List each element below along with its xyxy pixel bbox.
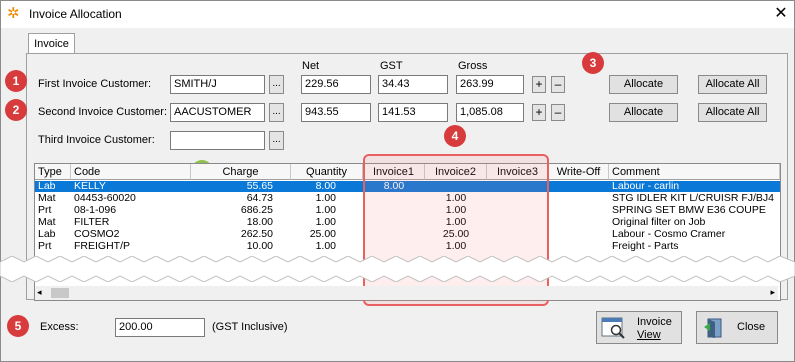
first-gst-field[interactable]: 34.43 [378, 75, 448, 94]
title-bar: ✲ Invoice Allocation ✕ [1, 1, 794, 27]
grid-header-charge[interactable]: Charge [191, 164, 291, 180]
callout-badge-2: 2 [5, 99, 27, 121]
invoice-view-label-1: Invoice [637, 316, 672, 328]
scroll-left-icon[interactable]: ◂ [37, 287, 42, 298]
cell-quantity: 1.00 [315, 193, 336, 204]
second-minus-button[interactable]: – [551, 104, 565, 121]
first-customer-label: First Invoice Customer: [38, 78, 152, 90]
cell-code: 08-1-096 [74, 205, 117, 216]
second-allocate-button[interactable]: Allocate [609, 103, 678, 122]
cell-write-off[interactable] [549, 217, 609, 228]
cell-comment: Original filter on Job [612, 217, 706, 228]
exit-door-icon [704, 318, 722, 338]
second-customer-field[interactable]: AACUSTOMER [170, 103, 265, 122]
cell-charge: 262.50 [240, 229, 273, 240]
cell-charge: 64.73 [246, 193, 273, 204]
net-header: Net [302, 60, 320, 72]
close-label: Close [737, 321, 766, 333]
first-customer-field[interactable]: SMITH/J [170, 75, 265, 94]
callout-badge-5: 5 [7, 315, 29, 337]
cell-code: FREIGHT/P [74, 241, 131, 252]
first-plus-button[interactable]: + [532, 76, 546, 93]
excess-note: (GST Inclusive) [212, 321, 288, 333]
cell-charge: 55.65 [246, 181, 273, 192]
second-gross-field[interactable]: 1,085.08 [456, 103, 524, 122]
tab-invoice[interactable]: Invoice [28, 33, 75, 54]
excess-label: Excess: [40, 321, 79, 333]
second-allocate-all-button[interactable]: Allocate All [698, 103, 767, 122]
cell-comment: SPRING SET BMW E36 COUPE [612, 205, 766, 216]
horizontal-scrollbar[interactable]: ◂ ▸ [35, 286, 778, 300]
first-allocate-all-button[interactable]: Allocate All [698, 75, 767, 94]
callout-badge-4: 4 [444, 125, 466, 147]
cell-write-off[interactable] [549, 181, 609, 192]
cell-comment: STG IDLER KIT L/CRUISR FJ/BJ4 [612, 193, 775, 204]
cell-type: Prt [38, 241, 52, 252]
magnifier-document-icon [601, 317, 625, 339]
cell-charge: 10.00 [246, 241, 273, 252]
invoice-columns-highlight [363, 154, 549, 306]
third-customer-label: Third Invoice Customer: [38, 134, 155, 146]
first-gross-field[interactable]: 263.99 [456, 75, 524, 94]
grid-header-write-off[interactable]: Write-Off [549, 164, 609, 180]
gst-header: GST [380, 60, 403, 72]
cell-write-off[interactable] [549, 241, 609, 252]
cell-quantity: 8.00 [315, 181, 336, 192]
second-customer-label: Second Invoice Customer: [38, 106, 168, 118]
grid-header-quantity[interactable]: Quantity [291, 164, 363, 180]
gross-header: Gross [458, 60, 488, 72]
third-customer-field[interactable] [170, 131, 265, 150]
callout-badge-1: 1 [5, 70, 27, 92]
invoice-view-button[interactable]: Invoice View [596, 311, 682, 344]
second-gst-field[interactable]: 141.53 [378, 103, 448, 122]
close-icon[interactable]: ✕ [771, 4, 791, 24]
callout-badge-3: 3 [582, 52, 604, 74]
close-button[interactable]: Close [696, 311, 778, 344]
cell-code: FILTER [74, 217, 110, 228]
cell-code: 04453-60020 [74, 193, 136, 204]
cell-write-off[interactable] [549, 229, 609, 240]
cell-quantity: 25.00 [309, 229, 336, 240]
cell-comment: Freight - Parts [612, 241, 679, 252]
scroll-right-icon[interactable]: ▸ [770, 287, 775, 298]
cell-quantity: 1.00 [315, 205, 336, 216]
cell-type: Mat [38, 193, 56, 204]
second-net-field[interactable]: 943.55 [301, 103, 371, 122]
cell-write-off[interactable] [549, 205, 609, 216]
torn-edge-divider [0, 256, 795, 282]
cell-type: Prt [38, 205, 52, 216]
cell-code: KELLY [74, 181, 106, 192]
cell-type: Lab [38, 181, 56, 192]
first-net-field[interactable]: 229.56 [301, 75, 371, 94]
cell-comment: Labour - carlin [612, 181, 680, 192]
grid-header-code[interactable]: Code [71, 164, 191, 180]
first-minus-button[interactable]: – [551, 76, 565, 93]
app-star-icon: ✲ [7, 5, 20, 22]
first-customer-browse-button[interactable]: ... [269, 75, 284, 94]
third-customer-browse-button[interactable]: ... [269, 131, 284, 150]
cell-comment: Labour - Cosmo Cramer [612, 229, 726, 240]
cell-type: Lab [38, 229, 56, 240]
cell-write-off[interactable] [549, 193, 609, 204]
invoice-view-label-2: View [637, 329, 661, 341]
cell-charge: 686.25 [240, 205, 273, 216]
first-allocate-button[interactable]: Allocate [609, 75, 678, 94]
scroll-thumb[interactable] [51, 288, 69, 298]
cell-type: Mat [38, 217, 56, 228]
cell-quantity: 1.00 [315, 217, 336, 228]
cell-quantity: 1.00 [315, 241, 336, 252]
second-plus-button[interactable]: + [532, 104, 546, 121]
excess-field[interactable]: 200.00 [115, 318, 205, 337]
second-customer-browse-button[interactable]: ... [269, 103, 284, 122]
cell-charge: 18.00 [246, 217, 273, 228]
window-title: Invoice Allocation [29, 7, 122, 21]
cell-code: COSMO2 [74, 229, 120, 240]
grid-header-comment[interactable]: Comment [609, 164, 780, 180]
grid-header-type[interactable]: Type [35, 164, 71, 180]
